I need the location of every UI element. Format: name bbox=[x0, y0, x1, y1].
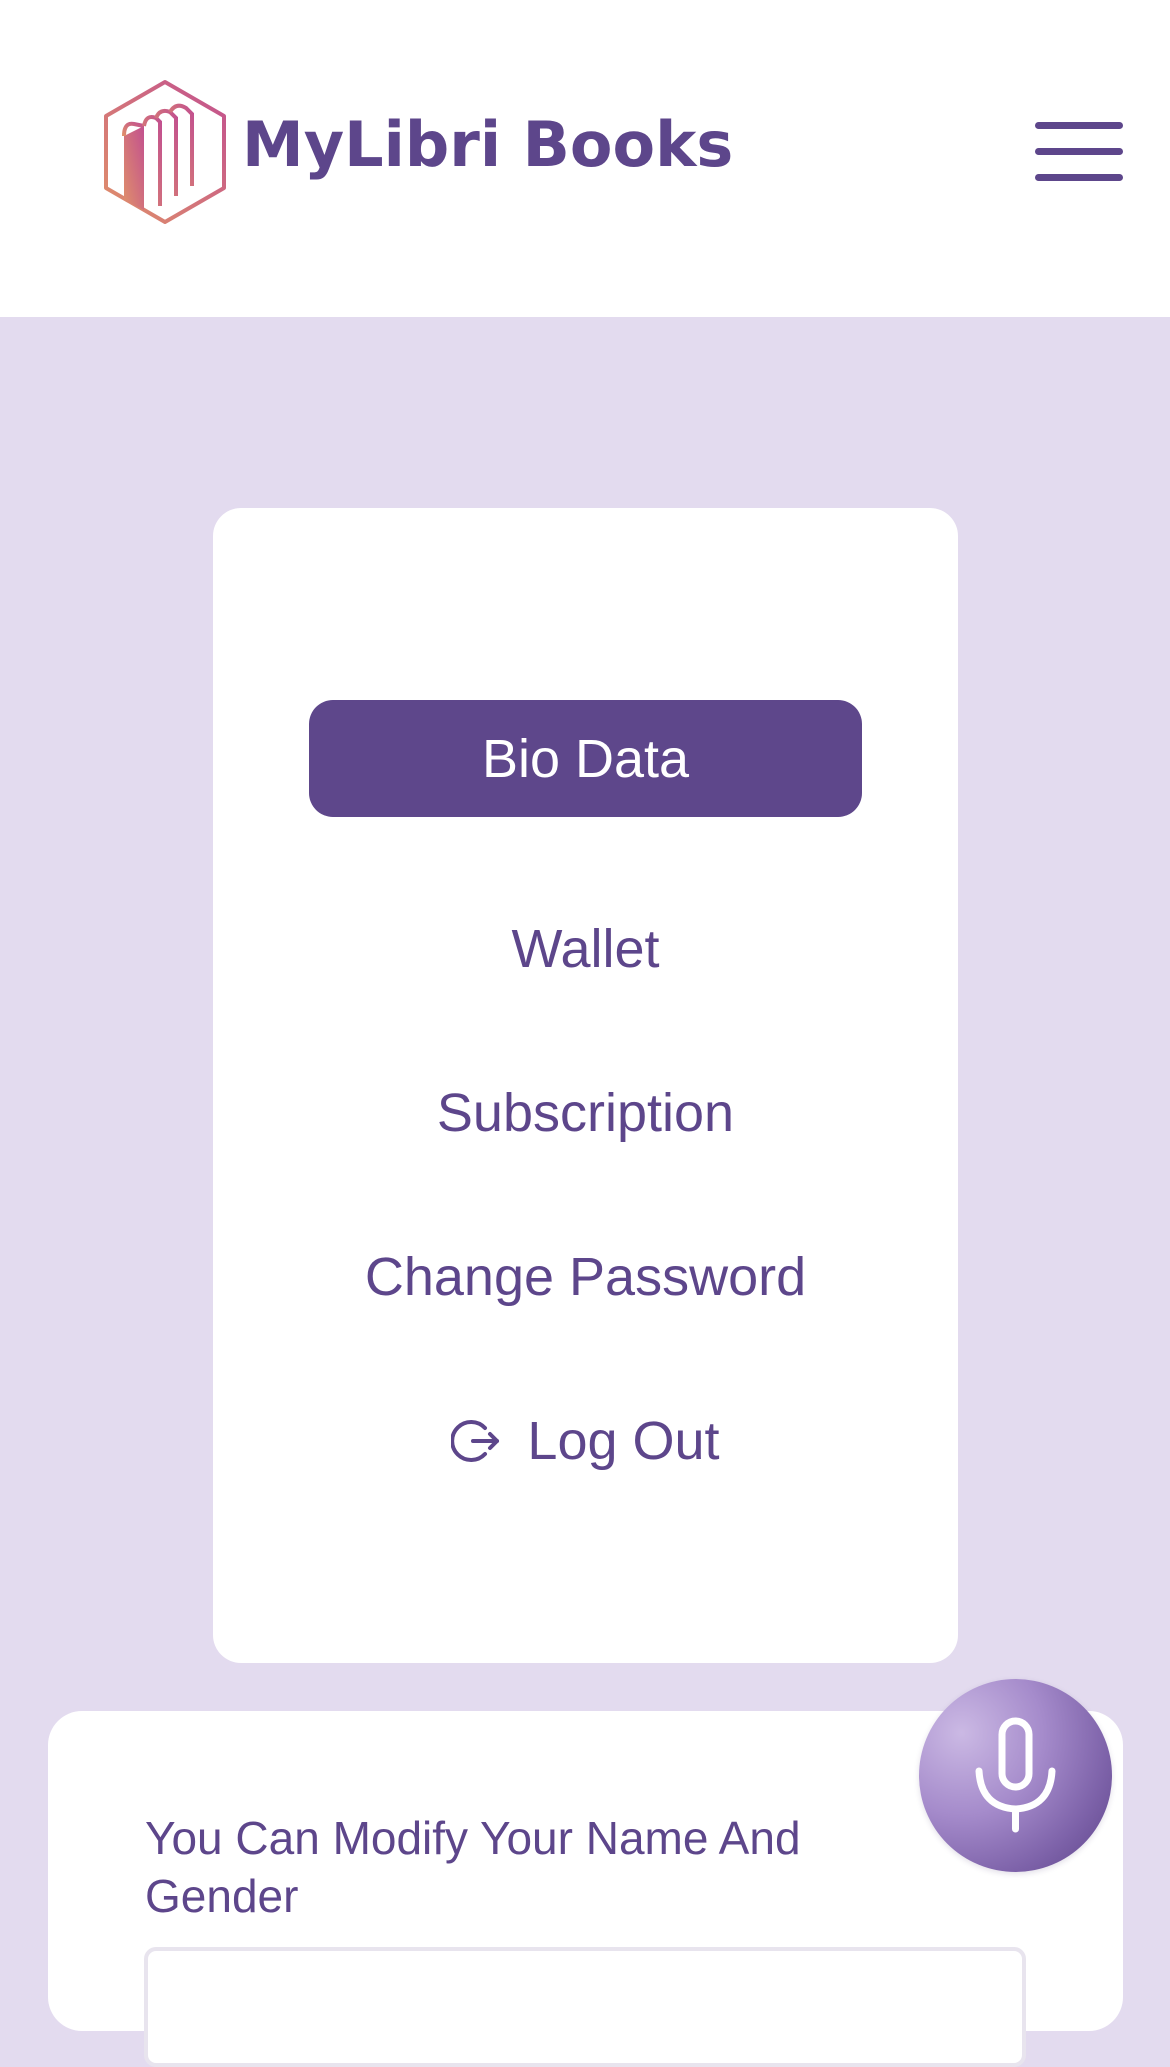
menu-item-change-password[interactable]: Change Password bbox=[213, 1246, 958, 1308]
voice-assistant-button[interactable] bbox=[919, 1679, 1112, 1872]
menu-item-bio-data[interactable]: Bio Data bbox=[309, 700, 862, 817]
logout-icon bbox=[451, 1420, 500, 1462]
brand-logo-icon[interactable] bbox=[100, 78, 230, 226]
form-title: You Can Modify Your Name And Gender bbox=[145, 1812, 801, 1922]
brand-name[interactable]: MyLibri Books bbox=[242, 108, 733, 181]
top-header: MyLibri Books bbox=[0, 0, 1170, 317]
profile-menu-card: Bio Data Wallet Subscription Change Pass… bbox=[213, 508, 958, 1663]
menu-item-subscription[interactable]: Subscription bbox=[213, 1082, 958, 1144]
menu-item-wallet[interactable]: Wallet bbox=[213, 918, 958, 980]
menu-item-log-out[interactable]: Log Out bbox=[213, 1410, 958, 1472]
name-input[interactable] bbox=[144, 1947, 1026, 2067]
microphone-icon bbox=[975, 1717, 1056, 1833]
log-out-label: Log Out bbox=[527, 1411, 720, 1471]
hamburger-menu-icon[interactable] bbox=[1033, 118, 1125, 186]
